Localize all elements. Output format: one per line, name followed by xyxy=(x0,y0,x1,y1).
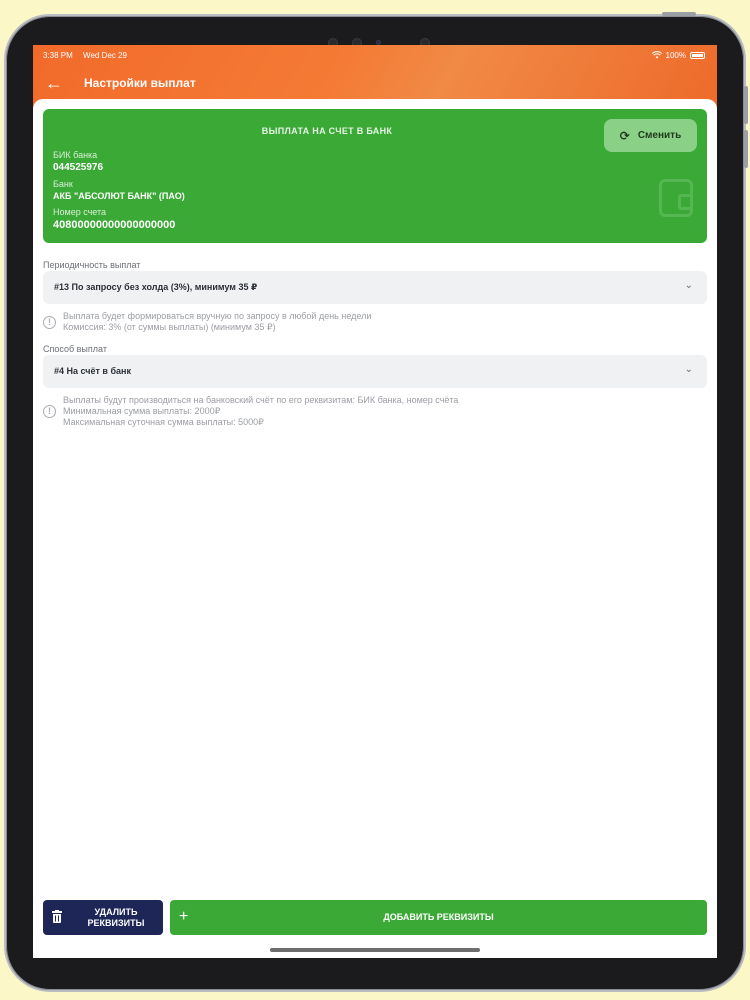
bank-value: АКБ "АБСОЛЮТ БАНК" (ПАО) xyxy=(53,191,185,201)
method-value: #4 На счёт в банк xyxy=(54,366,131,376)
status-time: 3:38 PM xyxy=(43,50,73,60)
account-label: Номер счета xyxy=(53,207,107,217)
add-requisites-button[interactable]: + ДОБАВИТЬ РЕКВИЗИТЫ xyxy=(170,900,707,935)
wifi-icon xyxy=(651,51,662,59)
chevron-down-icon: ⌄ xyxy=(684,280,693,291)
periodicity-select[interactable]: #13 По запросу без холда (3%), минимум 3… xyxy=(43,271,707,304)
periodicity-info: Выплата будет формироваться вручную по з… xyxy=(63,311,371,333)
method-info-line: Минимальная сумма выплаты: 2000₽ xyxy=(63,406,221,416)
wallet-icon xyxy=(659,179,693,217)
chevron-down-icon: ⌄ xyxy=(684,364,693,375)
method-label: Способ выплат xyxy=(43,344,107,354)
main-content: ВЫПЛАТА НА СЧЕТ В БАНК ⟳ Сменить БИК бан… xyxy=(33,99,717,958)
delete-button-label: УДАЛИТЬ РЕКВИЗИТЫ xyxy=(71,907,161,929)
delete-requisites-button[interactable]: УДАЛИТЬ РЕКВИЗИТЫ xyxy=(43,900,163,935)
back-arrow-icon[interactable]: ← xyxy=(45,73,63,93)
change-button[interactable]: ⟳ Сменить xyxy=(604,119,697,152)
info-icon: ! xyxy=(43,316,56,329)
status-date: Wed Dec 29 xyxy=(83,50,127,60)
bank-label: Банк xyxy=(53,179,73,189)
delete-label-line: РЕКВИЗИТЫ xyxy=(87,918,145,928)
delete-label-line: УДАЛИТЬ xyxy=(94,907,138,917)
page-title: Настройки выплат xyxy=(84,76,196,90)
bik-label: БИК банка xyxy=(53,150,98,160)
trash-icon xyxy=(52,910,62,923)
method-select[interactable]: #4 На счёт в банк ⌄ xyxy=(43,355,707,388)
bik-value: 044525976 xyxy=(53,162,104,173)
home-indicator xyxy=(270,948,480,952)
info-icon: ! xyxy=(43,405,56,418)
method-info: Выплаты будут производиться на банковски… xyxy=(63,395,458,428)
status-bar: 3:38 PM Wed Dec 29 100% xyxy=(43,49,705,61)
app-screen: 3:38 PM Wed Dec 29 100% ← Настройки выпл… xyxy=(33,45,717,958)
volume-up-button xyxy=(744,86,748,124)
battery-icon xyxy=(690,51,705,59)
card-title: ВЫПЛАТА НА СЧЕТ В БАНК xyxy=(261,126,393,136)
bank-account-card: ВЫПЛАТА НА СЧЕТ В БАНК ⟳ Сменить БИК бан… xyxy=(43,109,707,243)
periodicity-label: Периодичность выплат xyxy=(43,260,141,270)
periodicity-info-line: Комиссия: 3% (от суммы выплаты) (минимум… xyxy=(63,322,276,332)
periodicity-info-line: Выплата будет формироваться вручную по з… xyxy=(63,311,372,321)
periodicity-value: #13 По запросу без холда (3%), минимум 3… xyxy=(54,282,258,292)
top-button xyxy=(662,12,696,16)
volume-down-button xyxy=(744,130,748,168)
account-value: 40800000000000000000 xyxy=(53,219,176,231)
refresh-icon: ⟳ xyxy=(619,128,630,143)
battery-percent: 100% xyxy=(665,50,686,60)
method-info-line: Максимальная суточная сумма выплаты: 500… xyxy=(63,417,264,427)
method-info-line: Выплаты будут производиться на банковски… xyxy=(63,395,459,405)
add-button-label: ДОБАВИТЬ РЕКВИЗИТЫ xyxy=(383,912,494,922)
change-button-label: Сменить xyxy=(637,130,682,141)
